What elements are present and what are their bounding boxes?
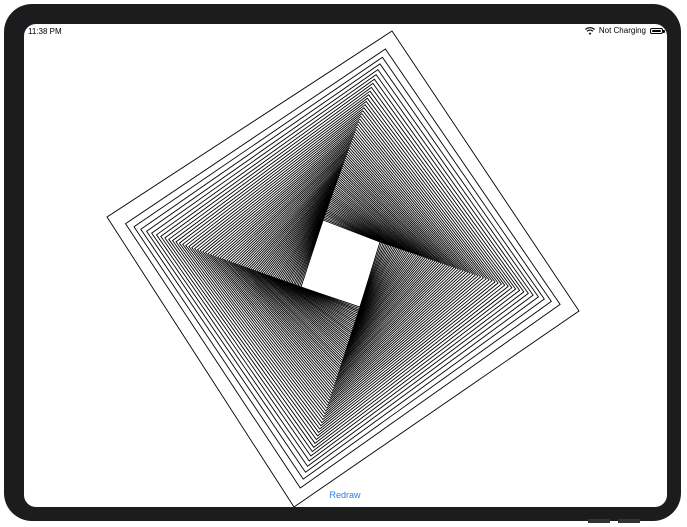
corner-mark-left — [588, 519, 610, 523]
corner-mark-right — [618, 519, 640, 523]
drawing-canvas — [106, 30, 580, 507]
device-frame: 11:38 PM Not Charging Redraw — [4, 4, 681, 521]
app-screen: 11:38 PM Not Charging Redraw — [24, 24, 667, 507]
redraw-button[interactable]: Redraw — [317, 487, 373, 503]
